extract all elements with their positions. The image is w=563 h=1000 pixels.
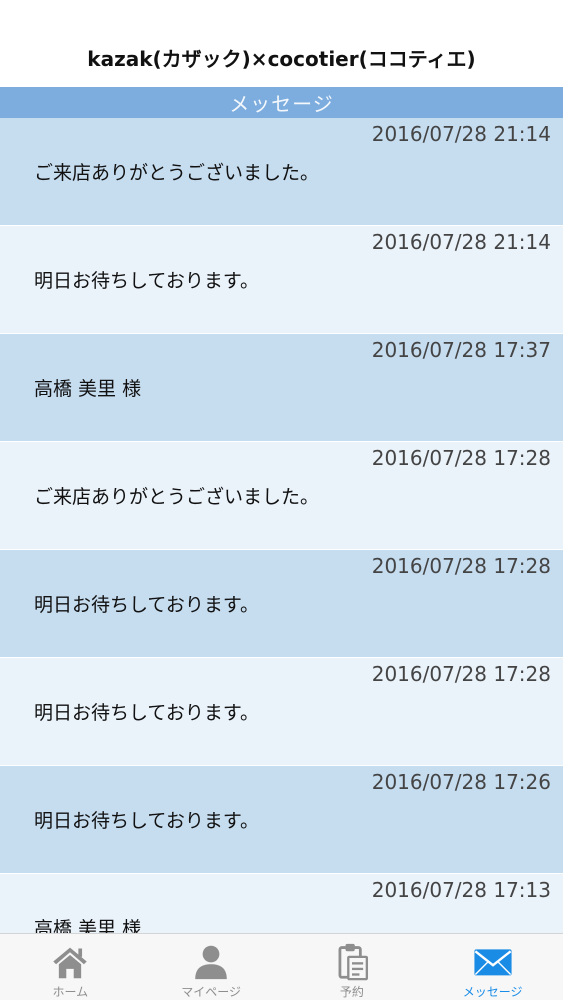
nav-header: kazak(カザック)×cocotier(ココティエ) — [0, 0, 563, 87]
message-text: 明日お待ちしております。 — [34, 594, 259, 616]
message-row[interactable]: 2016/07/28 17:37 高橋 美里 様 — [0, 334, 563, 442]
message-time: 2016/07/28 17:37 — [371, 338, 551, 362]
message-time: 2016/07/28 17:13 — [371, 878, 551, 902]
tab-mypage[interactable]: マイページ — [141, 934, 282, 1000]
message-row[interactable]: 2016/07/28 17:28 明日お待ちしております。 — [0, 550, 563, 658]
tab-label: 予約 — [339, 985, 364, 999]
message-text: 高橋 美里 様 — [34, 918, 142, 933]
tab-reservation[interactable]: 予約 — [282, 934, 423, 1000]
message-text: 明日お待ちしております。 — [34, 270, 259, 292]
message-time: 2016/07/28 17:28 — [371, 446, 551, 470]
page-title: kazak(カザック)×cocotier(ココティエ) — [87, 47, 476, 71]
message-text: ご来店ありがとうございました。 — [34, 486, 320, 508]
app-screen: kazak(カザック)×cocotier(ココティエ) メッセージ 2016/0… — [0, 0, 563, 1000]
message-text: ご来店ありがとうございました。 — [34, 162, 320, 184]
message-row[interactable]: 2016/07/28 17:26 明日お待ちしております。 — [0, 766, 563, 874]
message-text: 高橋 美里 様 — [34, 378, 142, 400]
message-text: 明日お待ちしております。 — [34, 702, 259, 724]
message-row[interactable]: 2016/07/28 21:14 明日お待ちしております。 — [0, 226, 563, 334]
person-icon — [195, 945, 227, 980]
clipboard-icon — [338, 943, 368, 981]
message-time: 2016/07/28 17:28 — [371, 662, 551, 686]
message-row[interactable]: 2016/07/28 21:14 ご来店ありがとうございました。 — [0, 118, 563, 226]
section-title: メッセージ — [229, 92, 334, 116]
tab-bar: ホーム マイページ 予約 メッセージ — [0, 933, 563, 1000]
section-header: メッセージ — [0, 87, 563, 118]
tab-home[interactable]: ホーム — [0, 934, 141, 1000]
message-row[interactable]: 2016/07/28 17:28 明日お待ちしております。 — [0, 658, 563, 766]
message-row[interactable]: 2016/07/28 17:28 ご来店ありがとうございました。 — [0, 442, 563, 550]
message-list[interactable]: 2016/07/28 21:14 ご来店ありがとうございました。 2016/07… — [0, 118, 563, 933]
tab-label: ホーム — [52, 985, 89, 999]
tab-label: マイページ — [181, 985, 241, 999]
message-time: 2016/07/28 21:14 — [371, 230, 551, 254]
envelope-icon — [474, 949, 512, 976]
message-time: 2016/07/28 21:14 — [371, 122, 551, 146]
message-text: 明日お待ちしております。 — [34, 810, 259, 832]
tab-label: メッセージ — [462, 985, 523, 999]
message-time: 2016/07/28 17:28 — [371, 554, 551, 578]
message-time: 2016/07/28 17:26 — [371, 770, 551, 794]
tab-message[interactable]: メッセージ — [422, 934, 563, 1000]
home-icon — [53, 947, 88, 979]
message-row[interactable]: 2016/07/28 17:13 高橋 美里 様 — [0, 874, 563, 933]
